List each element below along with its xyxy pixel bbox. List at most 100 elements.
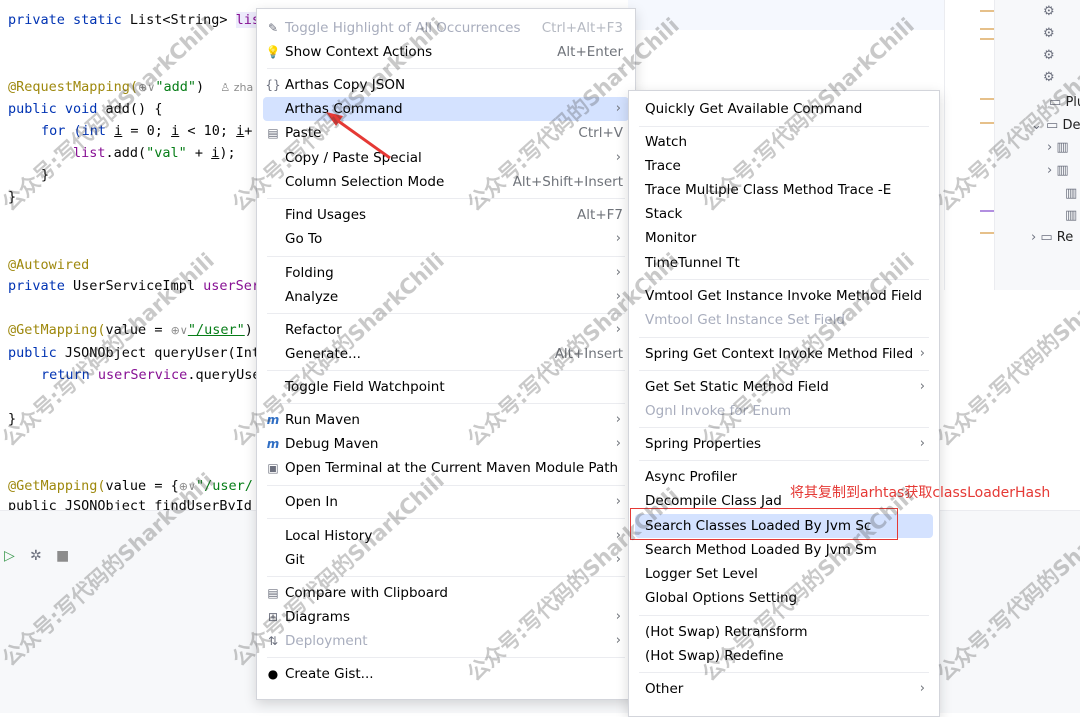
menu-item-trace-multiple[interactable]: Trace Multiple Class Method Trace -E [635, 178, 933, 202]
stop-icon[interactable]: ■ [56, 548, 69, 564]
menu-item-spring-properties[interactable]: Spring Properties › [635, 432, 933, 456]
menu-item-toggle-field-watchpoint[interactable]: Toggle Field Watchpoint [263, 375, 629, 399]
code-line: private UserServiceImpl userSer [8, 276, 260, 296]
author-hint: ♙ zha [220, 81, 254, 94]
file-icon[interactable]: ▥ [1065, 208, 1077, 223]
diagram-icon: ⊞ [267, 610, 279, 624]
error-stripe-mark[interactable] [980, 210, 994, 212]
menu-item-deployment[interactable]: ⇅ Deployment › [263, 629, 629, 653]
menu-item-analyze[interactable]: Analyze › [263, 285, 629, 309]
menu-item-search-method[interactable]: Search Method Loaded By Jvm Sm [635, 538, 933, 562]
menu-item-spring-context[interactable]: Spring Get Context Invoke Method Filed › [635, 342, 933, 366]
code-token: value = { [105, 478, 179, 494]
chevron-right-icon: › [615, 289, 621, 304]
menu-item-run-maven[interactable]: m Run Maven › [263, 408, 629, 432]
menu-item-quickly-get[interactable]: Quickly Get Available Command [635, 97, 933, 121]
tree-item[interactable]: › ▭ Re [1031, 230, 1073, 245]
code-line: public JSONObject findUserById [8, 498, 252, 510]
code-token: for ( [41, 123, 82, 139]
terminal-icon: ▣ [267, 461, 279, 475]
deploy-icon: ⇅ [267, 634, 279, 648]
gear-icon[interactable]: ⚙ [1043, 48, 1055, 63]
folder-icon: ▭ [1040, 230, 1053, 245]
menu-item-arthas-copy-json[interactable]: {} Arthas Copy JSON [263, 73, 629, 97]
menu-item-column-selection[interactable]: Column Selection Mode Alt+Shift+Insert [263, 170, 629, 194]
code-token: list [73, 145, 106, 161]
folder-icon: ▭ [1046, 118, 1059, 133]
menu-item-toggle-highlight[interactable]: ✎ Toggle Highlight of All Occurrences Ctrl… [263, 16, 629, 40]
tree-item[interactable]: ▭ Plu [1049, 95, 1080, 110]
menu-item-show-context-actions[interactable]: 💡 Show Context Actions Alt+Enter [263, 40, 629, 64]
tree-item[interactable]: ⌄ ▭ De [1031, 118, 1080, 133]
globe-icon: ⊕∨ [170, 324, 188, 337]
code-token: .add( [105, 145, 147, 161]
error-stripe-mark[interactable] [980, 38, 994, 40]
menu-item-other[interactable]: Other › [635, 677, 933, 701]
menu-item-logger-level[interactable]: Logger Set Level [635, 562, 933, 586]
project-panel: ⚙ ⚙ ⚙ ⚙ ▭ Plu ⌄ ▭ De › ▥ › ▥ ▥ ▥ › ▭ Re [994, 0, 1080, 290]
menu-item-create-gist[interactable]: ● Create Gist... [263, 662, 629, 686]
menu-item-refactor[interactable]: Refactor › [263, 318, 629, 342]
code-line: @GetMapping(value = ⊕∨"/user") [8, 320, 253, 340]
menu-item-debug-maven[interactable]: m Debug Maven › [263, 432, 629, 456]
code-line: } [8, 189, 17, 205]
menu-item-stack[interactable]: Stack [635, 202, 933, 226]
code-token: @RequestMapping( [8, 79, 139, 95]
menu-item-timetunnel[interactable]: TimeTunnel Tt [635, 251, 933, 275]
gear-icon[interactable]: ⚙ [1043, 70, 1055, 85]
menu-item-paste[interactable]: ▤ Paste Ctrl+V [263, 121, 629, 145]
debug-icon[interactable]: ✲ [30, 548, 42, 564]
menu-item-compare-clipboard[interactable]: ▤ Compare with Clipboard [263, 581, 629, 605]
error-stripe-mark[interactable] [980, 28, 994, 30]
run-icon[interactable]: ▷ [4, 548, 15, 564]
menu-item-open-terminal[interactable]: ▣ Open Terminal at the Current Maven Modu… [263, 456, 629, 480]
menu-item-trace[interactable]: Trace [635, 154, 933, 178]
code-line: @RequestMapping(⊕∨"add") ♙ zha [8, 77, 253, 97]
gear-icon[interactable]: ⚙ [1043, 4, 1055, 19]
code-token: = 0; [122, 123, 172, 139]
arthas-command-submenu: Quickly Get Available Command Watch Trac… [628, 90, 940, 717]
menu-item-arthas-command[interactable]: Arthas Command › [263, 97, 629, 121]
code-line: @Autowired [8, 257, 90, 273]
menu-item-global-options[interactable]: Global Options Setting [635, 586, 933, 610]
code-line: @GetMapping(value = {⊕∨"/user/ [8, 476, 253, 496]
bulb-icon: 💡 [265, 45, 281, 59]
error-stripe-mark[interactable] [980, 10, 994, 12]
code-token: private [8, 278, 74, 294]
chevron-right-icon: › [615, 494, 621, 509]
menu-item-vmtool-set[interactable]: Vmtool Get Instance Set Field [635, 308, 933, 332]
error-stripe-mark[interactable] [980, 98, 994, 100]
chevron-right-icon[interactable]: › ▥ [1047, 140, 1069, 155]
menu-item-ognl-enum[interactable]: Ognl Invoke for Enum [635, 399, 933, 423]
menu-item-folding[interactable]: Folding › [263, 261, 629, 285]
side-tool-window [940, 510, 1080, 713]
error-stripe-mark[interactable] [980, 122, 994, 124]
menu-item-find-usages[interactable]: Find Usages Alt+F7 [263, 203, 629, 227]
file-icon[interactable]: ▥ [1065, 186, 1077, 201]
menu-item-generate[interactable]: Generate... Alt+Insert [263, 342, 629, 366]
menu-item-open-in[interactable]: Open In › [263, 490, 629, 514]
code-line: private static List<String> lis [8, 10, 260, 30]
code-editor[interactable]: private static List<String> lis @Request… [0, 0, 260, 510]
maven-icon: m [266, 437, 280, 451]
menu-item-redefine[interactable]: (Hot Swap) Redefine [635, 644, 933, 668]
menu-item-get-set-static[interactable]: Get Set Static Method Field › [635, 375, 933, 399]
code-token: return [41, 367, 98, 383]
menu-item-vmtool-invoke[interactable]: Vmtool Get Instance Invoke Method Field [635, 284, 933, 308]
code-token: userService [97, 367, 188, 383]
code-token: userSer [203, 278, 260, 294]
error-stripe-mark[interactable] [980, 232, 994, 234]
current-line-highlight-right [628, 0, 994, 30]
menu-item-monitor[interactable]: Monitor [635, 226, 933, 250]
code-line: } [41, 167, 50, 183]
chevron-right-icon[interactable]: › ▥ [1047, 163, 1069, 178]
menu-item-retransform[interactable]: (Hot Swap) Retransform [635, 620, 933, 644]
menu-item-copy-paste-special[interactable]: Copy / Paste Special › [263, 146, 629, 170]
gear-icon[interactable]: ⚙ [1043, 26, 1055, 41]
editor-scrollbar[interactable] [944, 0, 995, 290]
menu-item-local-history[interactable]: Local History › [263, 524, 629, 548]
menu-item-git[interactable]: Git › [263, 548, 629, 572]
menu-item-diagrams[interactable]: ⊞ Diagrams › [263, 605, 629, 629]
menu-item-watch[interactable]: Watch [635, 130, 933, 154]
menu-item-go-to[interactable]: Go To › [263, 227, 629, 251]
